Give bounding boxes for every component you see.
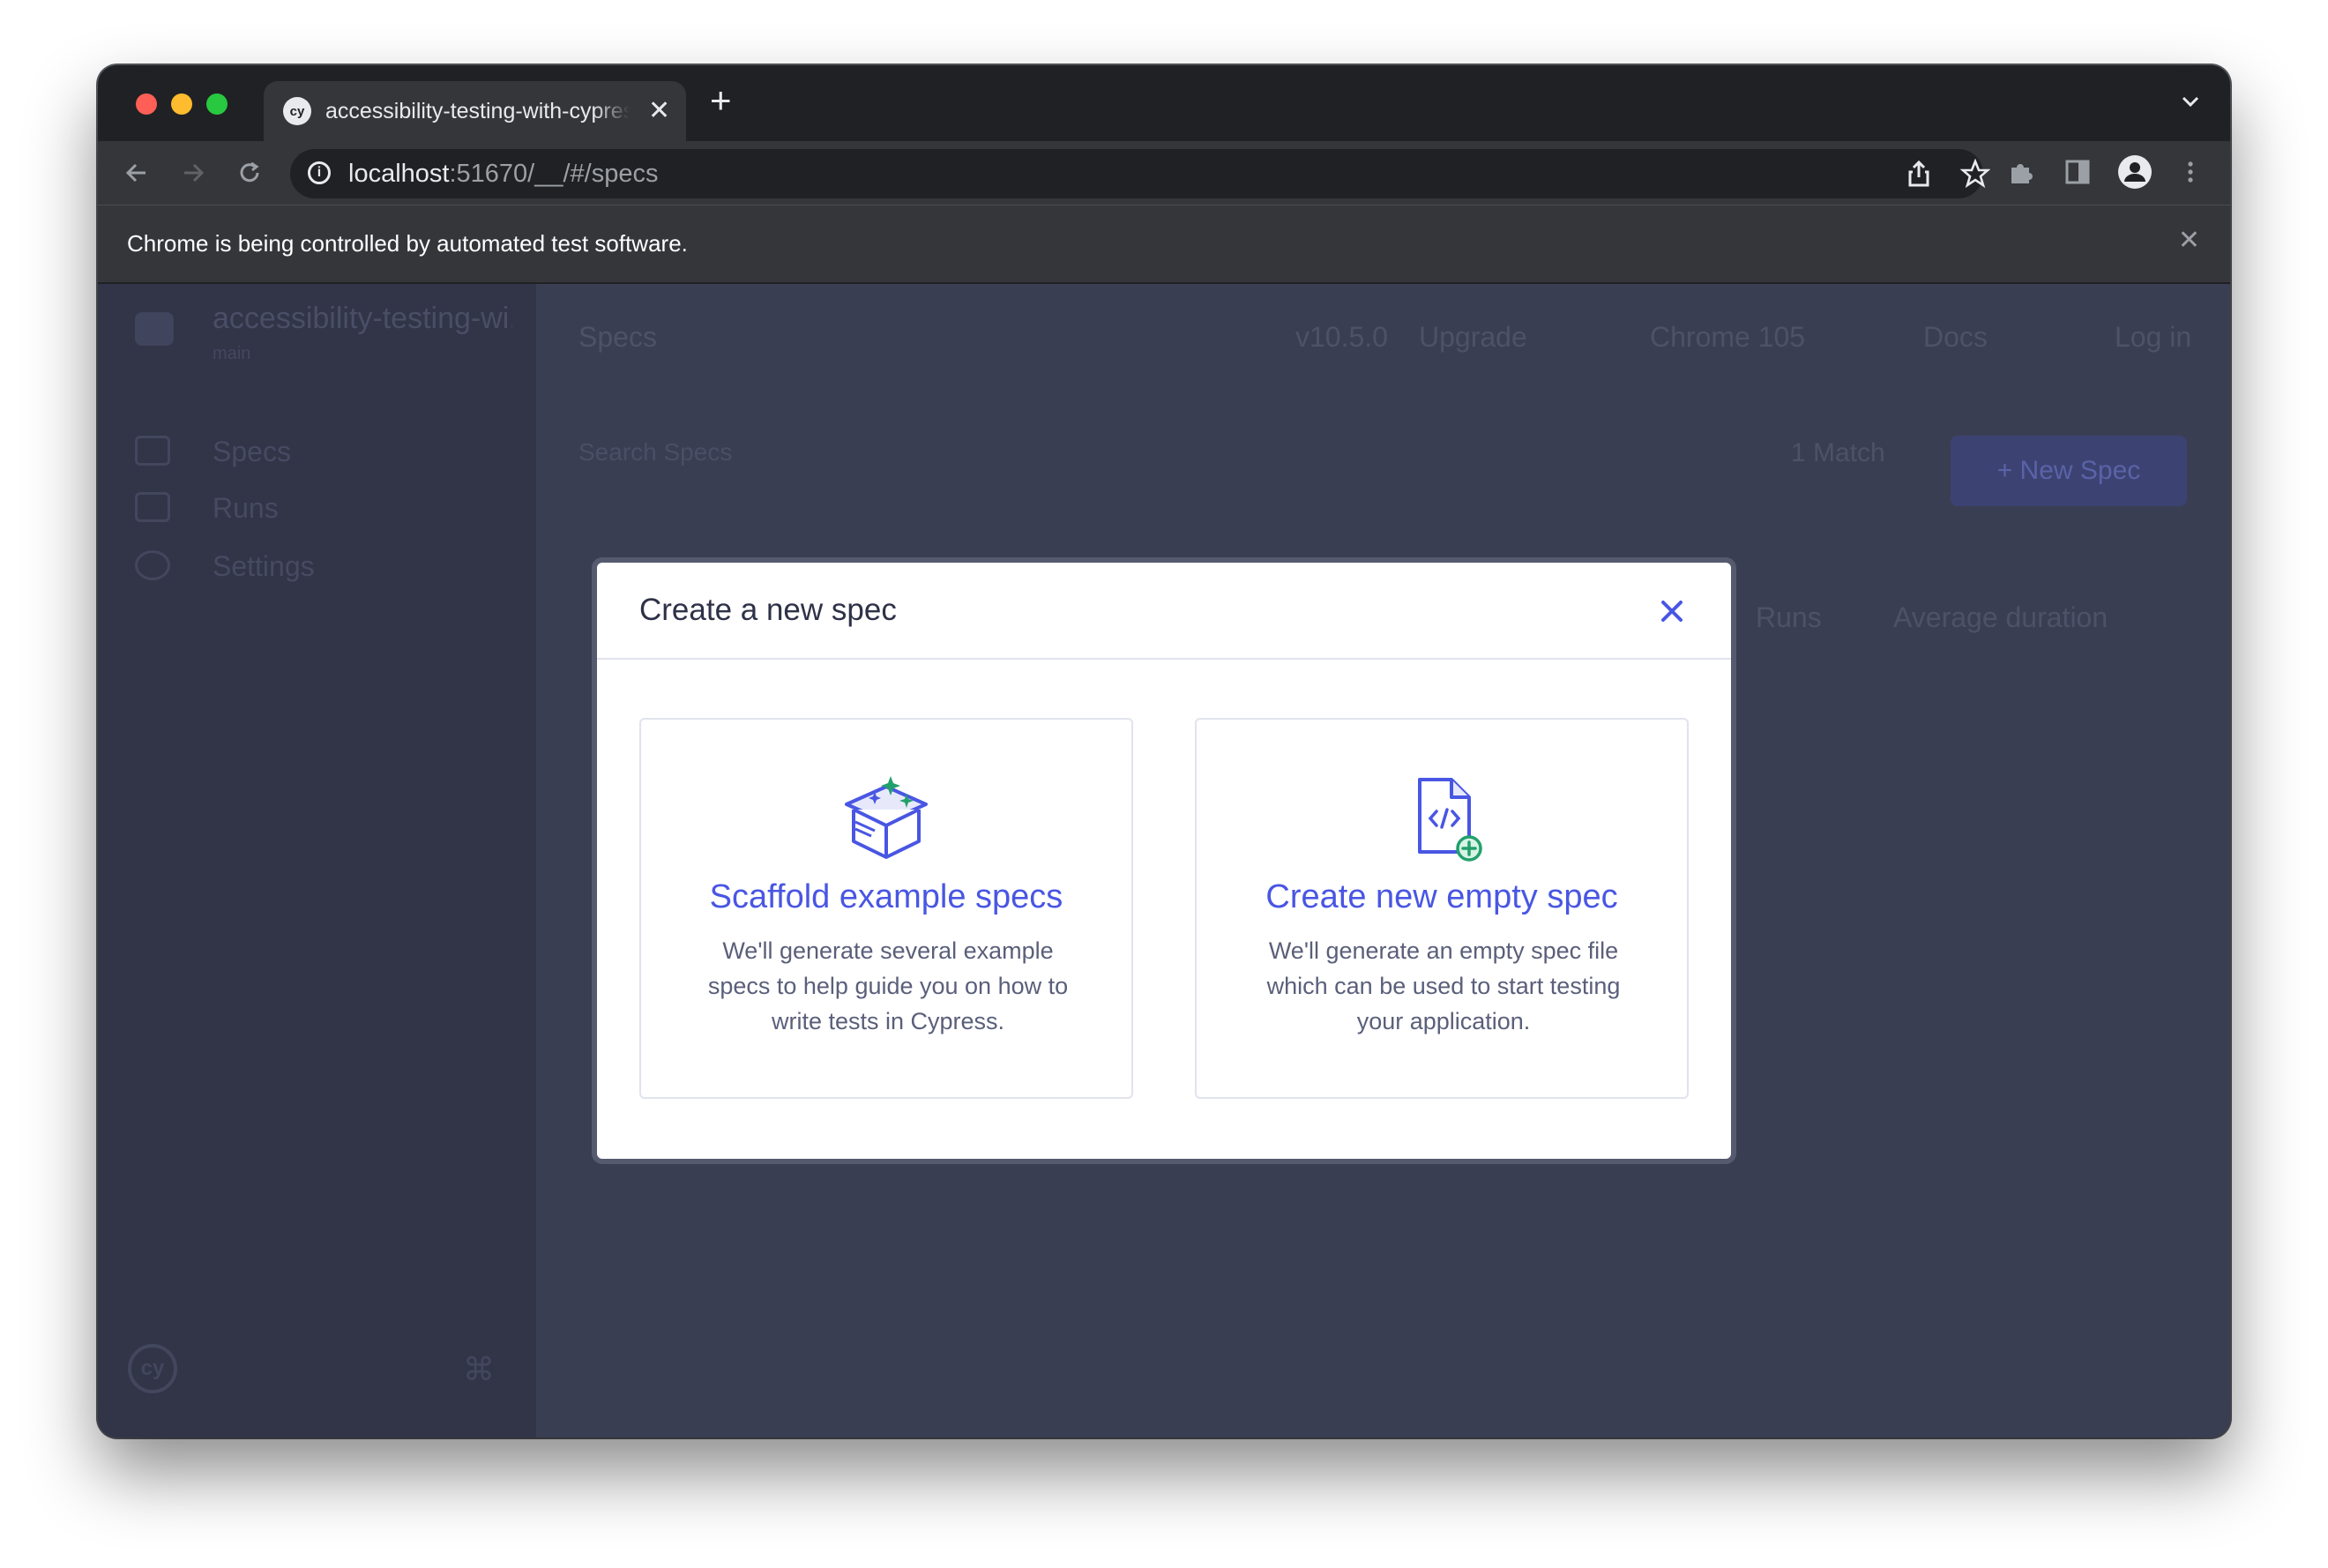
- infobar-close-icon[interactable]: ✕: [2178, 225, 2200, 256]
- sidebar: accessibility-testing-wi... main Specs R…: [98, 284, 536, 1437]
- duration-column-header[interactable]: Average duration: [1893, 601, 2108, 634]
- profile-avatar-icon[interactable]: [2117, 154, 2153, 190]
- browser-selector[interactable]: Chrome 105: [1650, 321, 1805, 354]
- settings-gear-icon: [135, 550, 170, 580]
- url-text: localhost:51670/__/#/specs: [348, 160, 658, 189]
- address-bar[interactable]: i localhost:51670/__/#/specs: [290, 149, 1990, 198]
- empty-spec-card-description: We'll generate an empty spec file which …: [1266, 937, 1621, 1034]
- bookmark-star-icon[interactable]: [1960, 159, 1990, 189]
- cypress-favicon-icon: cy: [283, 97, 311, 125]
- forward-arrow-icon[interactable]: [177, 157, 209, 189]
- tab-close-icon[interactable]: ✕: [648, 95, 670, 126]
- upgrade-link[interactable]: Upgrade: [1419, 321, 1527, 354]
- sparkling-box-icon: [845, 776, 928, 859]
- browser-window: cy accessibility-testing-with-cypress ✕ …: [98, 65, 2230, 1437]
- url-host: localhost: [348, 160, 450, 188]
- tab-search-chevron-icon[interactable]: [2177, 88, 2204, 115]
- side-panel-icon[interactable]: [2063, 157, 2093, 187]
- login-link[interactable]: Log in: [2115, 321, 2191, 354]
- new-tab-button[interactable]: +: [710, 82, 732, 119]
- site-info-icon[interactable]: i: [308, 161, 331, 184]
- project-icon: [135, 312, 174, 346]
- url-path: :51670/__/#/specs: [449, 160, 659, 188]
- branch-name: main: [213, 344, 251, 363]
- back-arrow-icon[interactable]: [121, 157, 153, 189]
- modal-header: Create a new spec: [597, 563, 1731, 660]
- browser-tab[interactable]: cy accessibility-testing-with-cypress ✕: [264, 81, 686, 141]
- scaffold-card-description: We'll generate several example specs to …: [707, 937, 1069, 1034]
- match-count: 1 Match: [1791, 438, 1885, 467]
- project-name: accessibility-testing-wi...: [213, 302, 512, 335]
- create-spec-modal: Create a new spec Scaffold example specs…: [597, 563, 1731, 1159]
- browser-toolbar: i localhost:51670/__/#/specs: [98, 141, 2230, 205]
- runs-column-header[interactable]: Runs: [1756, 601, 1822, 634]
- new-spec-button[interactable]: + New Spec: [1951, 436, 2187, 506]
- modal-close-icon[interactable]: [1659, 598, 1685, 624]
- tab-title: accessibility-testing-with-cypress: [325, 99, 630, 123]
- close-window-button[interactable]: [136, 93, 157, 115]
- version-badge[interactable]: v10.5.0: [1295, 321, 1388, 354]
- runs-icon: [135, 492, 170, 522]
- automation-infobar: Chrome is being controlled by automated …: [98, 205, 2230, 284]
- more-menu-icon[interactable]: [2175, 157, 2205, 187]
- scaffold-card-title: Scaffold example specs: [709, 878, 1063, 915]
- modal-title: Create a new spec: [639, 593, 897, 627]
- infobar-message: Chrome is being controlled by automated …: [127, 230, 688, 257]
- scaffold-example-specs-card[interactable]: Scaffold example specs We'll generate se…: [639, 718, 1133, 1099]
- specs-icon: [135, 436, 170, 466]
- new-code-file-icon: [1418, 778, 1482, 862]
- tab-strip: cy accessibility-testing-with-cypress ✕ …: [98, 65, 2230, 141]
- sidebar-item-runs[interactable]: Runs: [213, 492, 279, 525]
- sidebar-item-settings[interactable]: Settings: [213, 550, 315, 583]
- docs-link[interactable]: Docs: [1923, 321, 1988, 354]
- sidebar-item-specs[interactable]: Specs: [213, 436, 291, 468]
- reload-icon[interactable]: [234, 157, 265, 189]
- maximize-window-button[interactable]: [206, 93, 228, 115]
- minimize-window-button[interactable]: [171, 93, 192, 115]
- empty-spec-card-title: Create new empty spec: [1265, 878, 1618, 915]
- page-title: Specs: [578, 321, 657, 353]
- keyboard-shortcut-icon[interactable]: ⌘: [463, 1351, 495, 1388]
- spec-search-input[interactable]: Search Specs: [578, 438, 732, 467]
- create-empty-spec-card[interactable]: Create new empty spec We'll generate an …: [1195, 718, 1689, 1099]
- cypress-logo-icon: cy: [128, 1344, 177, 1393]
- extensions-puzzle-icon[interactable]: [2006, 157, 2036, 187]
- share-icon[interactable]: [1904, 159, 1934, 189]
